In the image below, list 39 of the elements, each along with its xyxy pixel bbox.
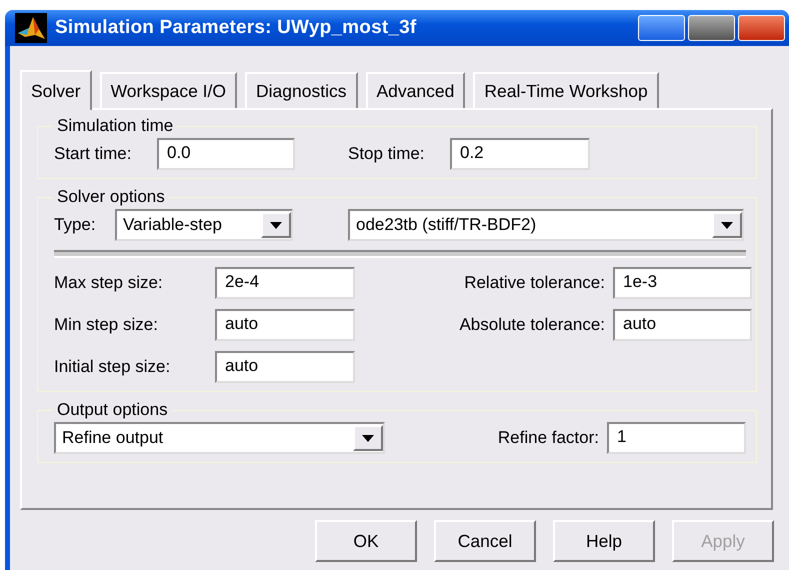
tab[interactable]: Diagnostics bbox=[245, 72, 358, 108]
field-label: Refine factor: bbox=[496, 428, 599, 448]
input-field[interactable]: auto bbox=[215, 309, 355, 341]
field-label: Min step size: bbox=[54, 315, 159, 335]
tab[interactable]: Real-Time Workshop bbox=[473, 72, 659, 108]
input-field[interactable]: 1e-3 bbox=[613, 267, 752, 299]
tab[interactable]: Workspace I/O bbox=[100, 72, 238, 108]
dropdown-arrow-icon bbox=[270, 222, 282, 228]
group-title: Simulation time bbox=[56, 116, 174, 136]
field-label: Absolute tolerance: bbox=[458, 315, 605, 335]
dropdown[interactable]: ode23tb (stiff/TR-BDF2) bbox=[348, 209, 744, 241]
field-label: Max step size: bbox=[54, 273, 164, 293]
dropdown[interactable]: Refine output bbox=[54, 422, 385, 454]
input-field[interactable]: 1 bbox=[607, 422, 746, 454]
field-label: Initial step size: bbox=[54, 357, 172, 377]
group-title: Solver options bbox=[56, 187, 166, 207]
dropdown-arrow-icon bbox=[362, 434, 374, 442]
input-field[interactable]: 2e-4 bbox=[215, 267, 355, 299]
minimize-button[interactable] bbox=[638, 15, 685, 41]
dropdown[interactable]: Variable-step bbox=[115, 209, 293, 241]
app-logo-icon bbox=[15, 13, 47, 43]
field-label: Type: bbox=[54, 215, 97, 235]
input-field[interactable]: 0.2 bbox=[450, 138, 590, 170]
input-field[interactable]: auto bbox=[215, 351, 355, 383]
maximize-button[interactable] bbox=[688, 15, 735, 41]
field-label: Relative tolerance: bbox=[463, 273, 605, 293]
dialog-button[interactable]: Cancel bbox=[434, 520, 536, 562]
dropdown-arrow-icon bbox=[721, 222, 733, 228]
tab[interactable]: Advanced bbox=[366, 72, 466, 108]
close-button[interactable] bbox=[738, 15, 785, 41]
input-field[interactable]: 0.0 bbox=[157, 138, 295, 170]
dialog-button[interactable]: Help bbox=[553, 520, 655, 562]
group-title: Output options bbox=[56, 400, 169, 420]
field-label: Stop time: bbox=[348, 144, 426, 164]
window-title: Simulation Parameters: UWyp_most_3f bbox=[55, 17, 416, 39]
tab[interactable]: Solver bbox=[20, 70, 92, 110]
input-field[interactable]: auto bbox=[613, 309, 752, 341]
dialog-button[interactable]: OK bbox=[315, 520, 417, 562]
field-label: Start time: bbox=[54, 144, 132, 164]
